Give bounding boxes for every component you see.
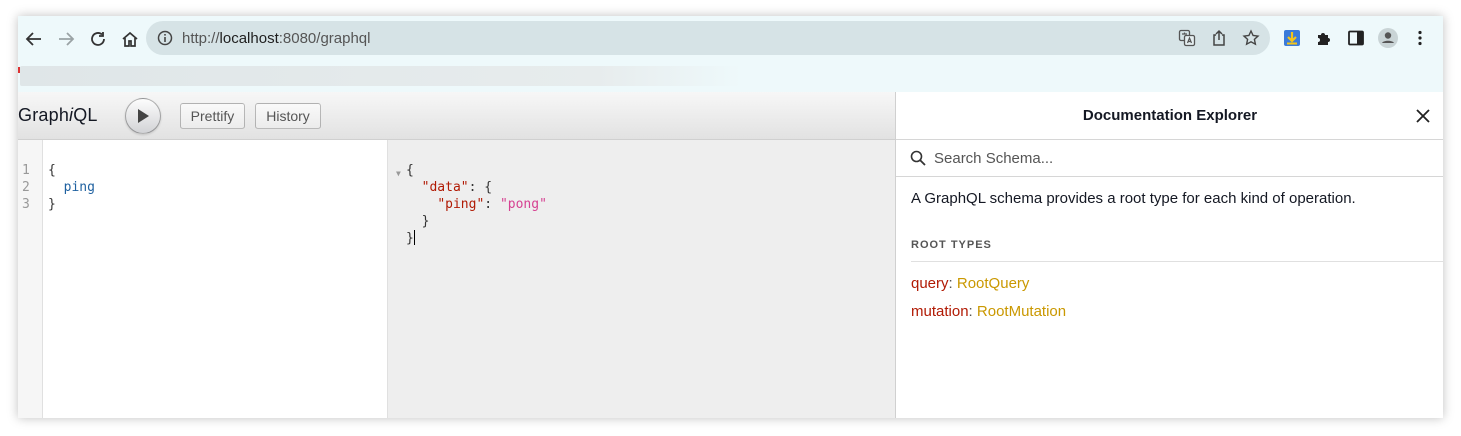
reload-button[interactable]	[82, 23, 114, 55]
json-key: "ping"	[437, 197, 485, 212]
schema-search	[896, 140, 1443, 177]
puzzle-icon	[1318, 33, 1330, 45]
schema-description: A GraphQL schema provides a root type fo…	[911, 190, 1356, 207]
browser-menu-button[interactable]	[1408, 26, 1432, 50]
root-types-heading: ROOT TYPES	[911, 239, 992, 251]
title-part: QL	[73, 105, 98, 125]
browser-toolbar: http://localhost:8080/graphql	[18, 16, 1443, 62]
url-host: localhost	[219, 29, 279, 47]
share-icon	[1213, 29, 1225, 46]
result-code: ▼ { "data": { "ping": "pong" }}	[396, 162, 547, 247]
extension-download-button[interactable]	[1280, 26, 1304, 50]
json-punct: :	[484, 197, 500, 212]
docs-title: Documentation Explorer	[1082, 107, 1258, 124]
query-editor[interactable]: 1 2 3 { ping}	[18, 140, 387, 418]
star-icon	[1242, 29, 1260, 46]
side-panel-button[interactable]	[1344, 26, 1368, 50]
root-type-mutation: mutation: RootMutation	[911, 303, 1443, 320]
line-numbers: 1 2 3	[22, 162, 30, 213]
search-icon	[910, 150, 926, 166]
blurred-bookmarks	[20, 66, 742, 86]
json-punct: }	[406, 231, 414, 246]
json-string: "pong"	[499, 197, 547, 212]
json-punct: : {	[468, 180, 493, 195]
text-cursor	[413, 230, 415, 245]
colon: :	[948, 275, 957, 292]
line-number: 1	[22, 163, 30, 178]
prettify-button[interactable]: Prettify	[179, 102, 246, 129]
home-button[interactable]	[114, 23, 146, 55]
address-bar[interactable]: http://localhost:8080/graphql	[146, 21, 1270, 55]
result-viewer: ▼ { "data": { "ping": "pong" }}	[396, 140, 895, 418]
json-punct: }	[421, 214, 430, 229]
line-number: 2	[22, 180, 30, 195]
root-type-link[interactable]: RootMutation	[977, 303, 1066, 320]
code-line: "data": {	[406, 179, 547, 196]
code-line: {	[406, 163, 414, 178]
root-type-name: query	[911, 275, 949, 292]
back-button[interactable]	[18, 23, 50, 55]
forward-button[interactable]	[50, 23, 82, 55]
graphiql-title: GraphiQL	[18, 105, 98, 126]
share-button[interactable]	[1208, 27, 1230, 49]
code-line: {	[48, 163, 56, 178]
url-path: :8080/graphql	[278, 29, 371, 47]
search-schema-input[interactable]	[932, 148, 1396, 168]
code-line: "ping": "pong"	[406, 196, 547, 213]
reload-icon	[91, 32, 105, 46]
title-part: Graph	[18, 105, 70, 125]
more-vertical-icon	[1418, 30, 1422, 46]
download-extension-icon	[1284, 30, 1300, 46]
root-type-link[interactable]: RootQuery	[957, 275, 1030, 292]
close-icon[interactable]	[1412, 105, 1434, 127]
bookmark-star-button[interactable]	[1240, 27, 1262, 49]
code-line: }	[406, 230, 547, 247]
fold-arrow-icon[interactable]: ▼	[396, 165, 401, 182]
documentation-explorer: Documentation Explorer A GraphQL schema …	[895, 92, 1443, 418]
root-type-name: mutation	[911, 303, 969, 320]
line-number: 3	[22, 197, 30, 212]
code-line: ping	[48, 179, 95, 196]
url-scheme: http://	[182, 29, 220, 47]
avatar-icon	[1378, 28, 1398, 48]
arrow-right-icon	[59, 32, 75, 46]
play-icon	[137, 108, 149, 123]
translate-button[interactable]	[1176, 27, 1198, 49]
code-line: }	[48, 197, 56, 212]
graphiql-toolbar: GraphiQL Prettify History	[18, 92, 895, 140]
root-type-query: query: RootQuery	[911, 275, 1443, 292]
section-divider	[911, 261, 1443, 262]
profile-button[interactable]	[1376, 26, 1400, 50]
info-icon[interactable]	[156, 29, 174, 47]
url-text: http://localhost:8080/graphql	[182, 30, 370, 47]
arrow-left-icon	[25, 32, 41, 46]
side-panel-icon	[1348, 30, 1364, 46]
execute-query-button[interactable]	[124, 97, 161, 134]
code-line: }	[406, 213, 547, 230]
bookmarks-bar	[18, 62, 1443, 92]
query-code[interactable]: { ping}	[48, 162, 95, 213]
json-key: "data"	[421, 180, 469, 195]
home-icon	[122, 31, 138, 47]
docs-header: Documentation Explorer	[896, 92, 1443, 140]
colon: :	[968, 303, 977, 320]
field-token: ping	[63, 180, 95, 195]
translate-icon	[1178, 29, 1196, 47]
history-button[interactable]: History	[255, 102, 321, 129]
browser-window: http://localhost:8080/graphql GraphiQL P…	[18, 16, 1443, 418]
extensions-button[interactable]	[1312, 26, 1336, 50]
